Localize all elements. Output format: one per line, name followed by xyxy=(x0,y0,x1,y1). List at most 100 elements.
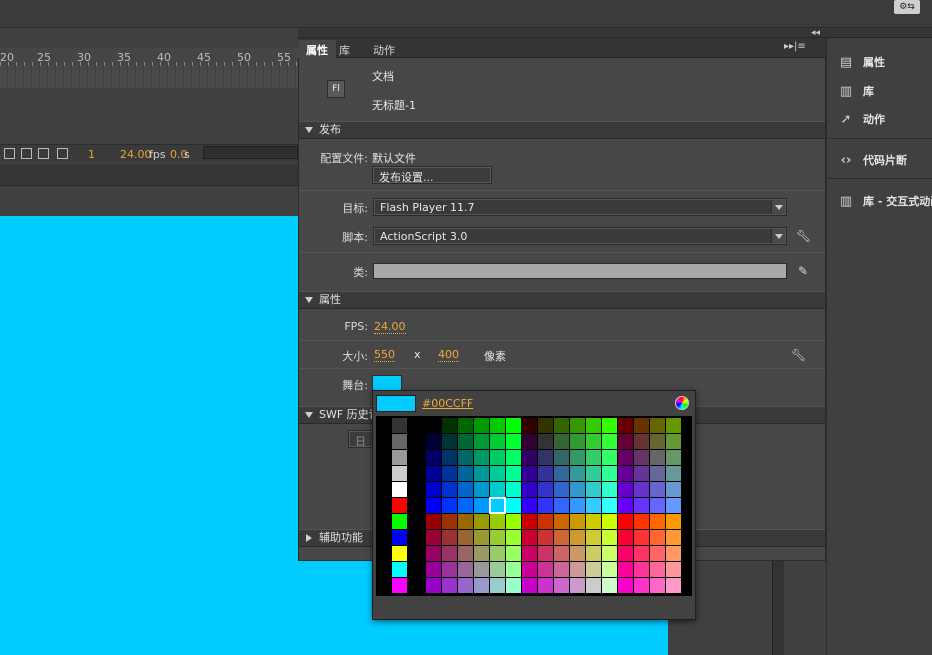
color-swatch[interactable] xyxy=(426,498,441,513)
color-swatch[interactable] xyxy=(666,466,681,481)
color-swatch[interactable] xyxy=(408,498,423,513)
color-swatch[interactable] xyxy=(490,418,505,433)
color-swatch[interactable] xyxy=(602,498,617,513)
color-swatch[interactable] xyxy=(666,562,681,577)
color-swatch[interactable] xyxy=(522,434,537,449)
color-swatch[interactable] xyxy=(426,450,441,465)
color-swatch[interactable] xyxy=(408,578,423,593)
color-swatch[interactable] xyxy=(474,546,489,561)
color-swatch[interactable] xyxy=(666,450,681,465)
color-swatch[interactable] xyxy=(618,418,633,433)
color-swatch[interactable] xyxy=(618,578,633,593)
color-swatch[interactable] xyxy=(538,418,553,433)
color-swatch[interactable] xyxy=(426,546,441,561)
color-swatch[interactable] xyxy=(506,546,521,561)
color-swatch[interactable] xyxy=(618,498,633,513)
color-swatch[interactable] xyxy=(554,498,569,513)
color-swatch[interactable] xyxy=(376,418,391,433)
color-swatch[interactable] xyxy=(474,562,489,577)
color-swatch[interactable] xyxy=(538,562,553,577)
color-swatch[interactable] xyxy=(474,418,489,433)
color-swatch[interactable] xyxy=(634,530,649,545)
color-swatch[interactable] xyxy=(392,514,407,529)
color-swatch[interactable] xyxy=(408,562,423,577)
color-swatch[interactable] xyxy=(522,578,537,593)
color-swatch[interactable] xyxy=(522,546,537,561)
frame-rate[interactable]: 24.00 xyxy=(120,148,152,161)
color-swatch[interactable] xyxy=(490,482,505,497)
color-swatch[interactable] xyxy=(522,466,537,481)
color-swatch[interactable] xyxy=(426,514,441,529)
color-swatch[interactable] xyxy=(474,482,489,497)
color-swatch[interactable] xyxy=(458,466,473,481)
color-swatch[interactable] xyxy=(666,578,681,593)
color-swatch[interactable] xyxy=(570,450,585,465)
color-swatch[interactable] xyxy=(426,482,441,497)
color-swatch[interactable] xyxy=(570,546,585,561)
pencil-icon[interactable]: ✎ xyxy=(796,264,810,278)
color-swatch[interactable] xyxy=(458,546,473,561)
color-swatch[interactable] xyxy=(392,546,407,561)
color-swatch[interactable] xyxy=(376,578,391,593)
color-swatch[interactable] xyxy=(618,562,633,577)
stage-height[interactable]: 400 xyxy=(438,348,459,362)
color-swatch[interactable] xyxy=(554,434,569,449)
stage-color-swatch[interactable] xyxy=(372,375,402,391)
color-swatch[interactable] xyxy=(554,562,569,577)
color-swatch[interactable] xyxy=(458,514,473,529)
edit-multiple-frames-icon[interactable] xyxy=(57,148,68,159)
color-swatch[interactable] xyxy=(376,498,391,513)
color-swatch[interactable] xyxy=(602,466,617,481)
color-swatch[interactable] xyxy=(506,482,521,497)
color-swatch[interactable] xyxy=(376,514,391,529)
color-swatch[interactable] xyxy=(538,578,553,593)
color-swatch[interactable] xyxy=(650,498,665,513)
color-swatch[interactable] xyxy=(408,466,423,481)
color-swatch[interactable] xyxy=(458,498,473,513)
color-swatch[interactable] xyxy=(650,562,665,577)
color-swatch[interactable] xyxy=(474,434,489,449)
section-properties[interactable]: 属性 xyxy=(299,291,825,309)
color-swatch[interactable] xyxy=(458,562,473,577)
color-swatch[interactable] xyxy=(392,482,407,497)
color-swatch[interactable] xyxy=(602,562,617,577)
color-swatch[interactable] xyxy=(618,514,633,529)
color-swatch[interactable] xyxy=(538,450,553,465)
color-swatch[interactable] xyxy=(538,482,553,497)
color-swatch[interactable] xyxy=(650,578,665,593)
color-swatch[interactable] xyxy=(506,498,521,513)
color-swatch[interactable] xyxy=(650,546,665,561)
collapse-arrows-icon[interactable]: ◂◂ xyxy=(811,28,825,38)
target-dropdown[interactable]: Flash Player 11.7 xyxy=(373,198,787,216)
publish-settings-button[interactable]: 发布设置... xyxy=(372,166,492,184)
color-swatch[interactable] xyxy=(634,578,649,593)
fps-value[interactable]: 24.00 xyxy=(374,320,406,334)
color-swatch[interactable] xyxy=(474,450,489,465)
color-swatch[interactable] xyxy=(426,434,441,449)
color-swatch[interactable] xyxy=(570,578,585,593)
color-swatch[interactable] xyxy=(442,514,457,529)
color-swatch[interactable] xyxy=(666,530,681,545)
color-swatch[interactable] xyxy=(376,562,391,577)
color-swatch[interactable] xyxy=(618,530,633,545)
color-swatch[interactable] xyxy=(522,498,537,513)
color-swatch[interactable] xyxy=(634,466,649,481)
color-swatch[interactable] xyxy=(408,482,423,497)
color-swatch[interactable] xyxy=(634,562,649,577)
color-swatch[interactable] xyxy=(442,434,457,449)
color-swatch[interactable] xyxy=(442,466,457,481)
color-swatch[interactable] xyxy=(426,578,441,593)
color-swatch[interactable] xyxy=(458,434,473,449)
color-swatch[interactable] xyxy=(666,498,681,513)
onion-skin-icon[interactable] xyxy=(21,148,32,159)
color-swatch[interactable] xyxy=(634,546,649,561)
color-swatch[interactable] xyxy=(538,530,553,545)
color-swatch[interactable] xyxy=(506,514,521,529)
timeline-frames[interactable] xyxy=(0,66,298,88)
color-swatch[interactable] xyxy=(408,434,423,449)
color-swatch[interactable] xyxy=(602,546,617,561)
color-swatch[interactable] xyxy=(442,546,457,561)
color-swatch[interactable] xyxy=(554,546,569,561)
onion-outline-icon[interactable] xyxy=(38,148,49,159)
color-swatch[interactable] xyxy=(650,434,665,449)
